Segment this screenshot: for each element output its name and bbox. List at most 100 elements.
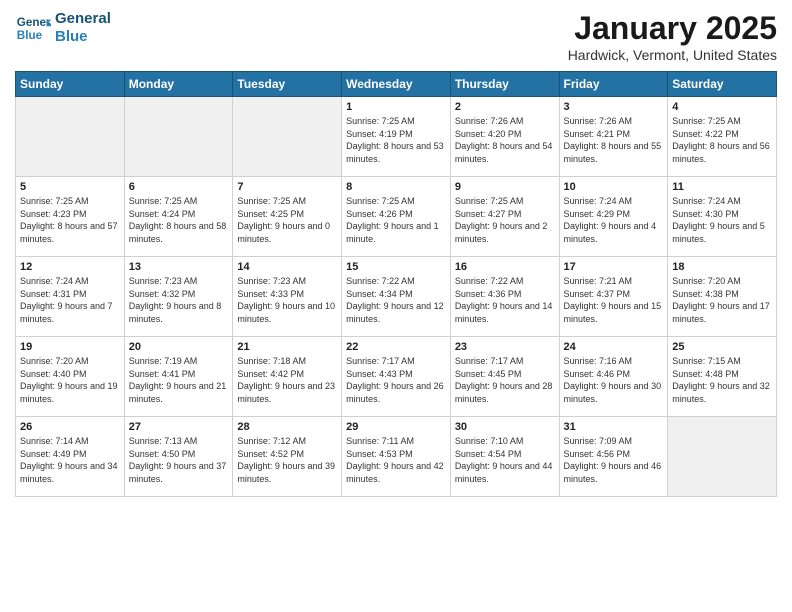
calendar-day-11: 11 Sunrise: 7:24 AMSunset: 4:30 PMDayligh…	[668, 177, 777, 257]
calendar-day-19: 19 Sunrise: 7:20 AMSunset: 4:40 PMDayligh…	[16, 337, 125, 417]
calendar-day-28: 28 Sunrise: 7:12 AMSunset: 4:52 PMDayligh…	[233, 417, 342, 497]
day-detail: Sunrise: 7:24 AMSunset: 4:31 PMDaylight:…	[20, 275, 120, 325]
day-detail: Sunrise: 7:11 AMSunset: 4:53 PMDaylight:…	[346, 435, 446, 485]
day-number: 29	[346, 421, 446, 433]
calendar-day-empty	[668, 417, 777, 497]
calendar-day-4: 4 Sunrise: 7:25 AMSunset: 4:22 PMDaylight…	[668, 97, 777, 177]
calendar-day-empty	[124, 97, 233, 177]
calendar-day-1: 1Sunrise: 7:25 AMSunset: 4:19 PMDaylight…	[342, 97, 451, 177]
day-detail: Sunrise: 7:22 AMSunset: 4:36 PMDaylight:…	[455, 275, 555, 325]
day-detail: Sunrise: 7:20 AMSunset: 4:40 PMDaylight:…	[20, 355, 120, 405]
svg-text:General: General	[17, 16, 51, 29]
day-detail: Sunrise: 7:21 AMSunset: 4:37 PMDaylight:…	[564, 275, 664, 325]
calendar-day-22: 22 Sunrise: 7:17 AMSunset: 4:43 PMDayligh…	[342, 337, 451, 417]
calendar-day-31: 31Sunrise: 7:09 AMSunset: 4:56 PMDayligh…	[559, 417, 668, 497]
day-detail: Sunrise: 7:17 AMSunset: 4:45 PMDaylight:…	[455, 355, 555, 405]
day-detail: Sunrise: 7:12 AMSunset: 4:52 PMDaylight:…	[237, 435, 337, 485]
calendar-day-27: 27 Sunrise: 7:13 AMSunset: 4:50 PMDayligh…	[124, 417, 233, 497]
calendar-day-26: 26 Sunrise: 7:14 AMSunset: 4:49 PMDayligh…	[16, 417, 125, 497]
day-number: 10	[564, 181, 664, 193]
col-header-monday: Monday	[124, 72, 233, 97]
day-number: 4	[672, 101, 772, 113]
calendar-day-20: 20 Sunrise: 7:19 AMSunset: 4:41 PMDayligh…	[124, 337, 233, 417]
calendar-day-18: 18Sunrise: 7:20 AMSunset: 4:38 PMDayligh…	[668, 257, 777, 337]
day-number: 23	[455, 341, 555, 353]
day-detail: Sunrise: 7:24 AMSunset: 4:29 PMDaylight:…	[564, 195, 664, 245]
logo: General Blue General Blue	[15, 10, 111, 46]
day-number: 12	[20, 261, 120, 273]
day-detail: Sunrise: 7:19 AMSunset: 4:41 PMDaylight:…	[129, 355, 229, 405]
calendar-day-24: 24 Sunrise: 7:16 AMSunset: 4:46 PMDayligh…	[559, 337, 668, 417]
day-detail: Sunrise: 7:25 AMSunset: 4:25 PMDaylight:…	[237, 195, 337, 245]
day-detail: Sunrise: 7:15 AMSunset: 4:48 PMDaylight:…	[672, 355, 772, 405]
day-number: 13	[129, 261, 229, 273]
logo-line1: General	[55, 10, 111, 28]
calendar-week-row: 12 Sunrise: 7:24 AMSunset: 4:31 PMDayligh…	[16, 257, 777, 337]
day-detail: Sunrise: 7:14 AMSunset: 4:49 PMDaylight:…	[20, 435, 120, 485]
col-header-friday: Friday	[559, 72, 668, 97]
day-number: 20	[129, 341, 229, 353]
day-detail: Sunrise: 7:22 AMSunset: 4:34 PMDaylight:…	[346, 275, 446, 325]
day-detail: Sunrise: 7:24 AMSunset: 4:30 PMDaylight:…	[672, 195, 772, 245]
day-detail: Sunrise: 7:25 AMSunset: 4:26 PMDaylight:…	[346, 195, 446, 245]
calendar-day-6: 6Sunrise: 7:25 AMSunset: 4:24 PMDaylight…	[124, 177, 233, 257]
day-number: 8	[346, 181, 446, 193]
page-header: General Blue General Blue January 2025 H…	[15, 10, 777, 63]
day-detail: Sunrise: 7:23 AMSunset: 4:33 PMDaylight:…	[237, 275, 337, 325]
calendar-day-9: 9Sunrise: 7:25 AMSunset: 4:27 PMDaylight…	[450, 177, 559, 257]
calendar-day-empty	[233, 97, 342, 177]
day-number: 6	[129, 181, 229, 193]
calendar-day-3: 3 Sunrise: 7:26 AMSunset: 4:21 PMDaylight…	[559, 97, 668, 177]
calendar-day-16: 16Sunrise: 7:22 AMSunset: 4:36 PMDayligh…	[450, 257, 559, 337]
day-detail: Sunrise: 7:10 AMSunset: 4:54 PMDaylight:…	[455, 435, 555, 485]
col-header-saturday: Saturday	[668, 72, 777, 97]
calendar-week-row: 1Sunrise: 7:25 AMSunset: 4:19 PMDaylight…	[16, 97, 777, 177]
day-detail: Sunrise: 7:13 AMSunset: 4:50 PMDaylight:…	[129, 435, 229, 485]
day-detail: Sunrise: 7:09 AMSunset: 4:56 PMDaylight:…	[564, 435, 664, 485]
day-detail: Sunrise: 7:25 AMSunset: 4:19 PMDaylight:…	[346, 115, 446, 165]
day-number: 5	[20, 181, 120, 193]
day-number: 17	[564, 261, 664, 273]
calendar-day-17: 17 Sunrise: 7:21 AMSunset: 4:37 PMDayligh…	[559, 257, 668, 337]
calendar-day-10: 10 Sunrise: 7:24 AMSunset: 4:29 PMDayligh…	[559, 177, 668, 257]
calendar-table: SundayMondayTuesdayWednesdayThursdayFrid…	[15, 71, 777, 497]
day-number: 11	[672, 181, 772, 193]
day-detail: Sunrise: 7:17 AMSunset: 4:43 PMDaylight:…	[346, 355, 446, 405]
day-number: 2	[455, 101, 555, 113]
day-detail: Sunrise: 7:23 AMSunset: 4:32 PMDaylight:…	[129, 275, 229, 325]
logo-line2: Blue	[55, 28, 111, 46]
title-block: January 2025 Hardwick, Vermont, United S…	[568, 10, 777, 63]
day-number: 15	[346, 261, 446, 273]
day-detail: Sunrise: 7:25 AMSunset: 4:22 PMDaylight:…	[672, 115, 772, 165]
logo-icon: General Blue	[15, 10, 51, 46]
day-number: 26	[20, 421, 120, 433]
day-number: 27	[129, 421, 229, 433]
day-number: 28	[237, 421, 337, 433]
day-number: 22	[346, 341, 446, 353]
calendar-day-empty	[16, 97, 125, 177]
calendar-day-30: 30 Sunrise: 7:10 AMSunset: 4:54 PMDayligh…	[450, 417, 559, 497]
day-detail: Sunrise: 7:26 AMSunset: 4:20 PMDaylight:…	[455, 115, 555, 165]
col-header-wednesday: Wednesday	[342, 72, 451, 97]
day-detail: Sunrise: 7:26 AMSunset: 4:21 PMDaylight:…	[564, 115, 664, 165]
calendar-header-row: SundayMondayTuesdayWednesdayThursdayFrid…	[16, 72, 777, 97]
day-number: 3	[564, 101, 664, 113]
calendar-day-12: 12 Sunrise: 7:24 AMSunset: 4:31 PMDayligh…	[16, 257, 125, 337]
calendar-day-5: 5Sunrise: 7:25 AMSunset: 4:23 PMDaylight…	[16, 177, 125, 257]
col-header-sunday: Sunday	[16, 72, 125, 97]
day-number: 24	[564, 341, 664, 353]
day-detail: Sunrise: 7:20 AMSunset: 4:38 PMDaylight:…	[672, 275, 772, 325]
day-number: 19	[20, 341, 120, 353]
calendar-day-13: 13 Sunrise: 7:23 AMSunset: 4:32 PMDayligh…	[124, 257, 233, 337]
calendar-day-2: 2 Sunrise: 7:26 AMSunset: 4:20 PMDaylight…	[450, 97, 559, 177]
location: Hardwick, Vermont, United States	[568, 47, 777, 63]
day-number: 30	[455, 421, 555, 433]
calendar-day-25: 25Sunrise: 7:15 AMSunset: 4:48 PMDayligh…	[668, 337, 777, 417]
col-header-thursday: Thursday	[450, 72, 559, 97]
day-detail: Sunrise: 7:25 AMSunset: 4:27 PMDaylight:…	[455, 195, 555, 245]
day-number: 7	[237, 181, 337, 193]
day-detail: Sunrise: 7:16 AMSunset: 4:46 PMDaylight:…	[564, 355, 664, 405]
calendar-week-row: 26 Sunrise: 7:14 AMSunset: 4:49 PMDayligh…	[16, 417, 777, 497]
calendar-day-15: 15 Sunrise: 7:22 AMSunset: 4:34 PMDayligh…	[342, 257, 451, 337]
calendar-week-row: 19 Sunrise: 7:20 AMSunset: 4:40 PMDayligh…	[16, 337, 777, 417]
